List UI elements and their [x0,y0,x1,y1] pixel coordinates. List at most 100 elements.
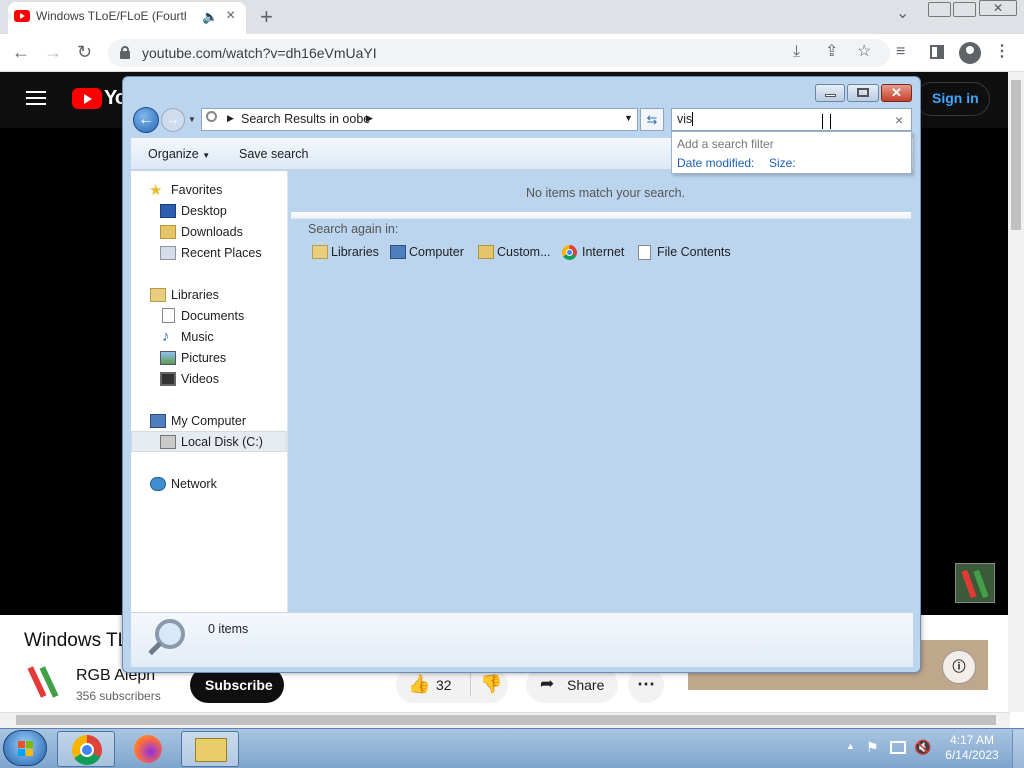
media-controls-icon[interactable]: ≡ [896,44,905,60]
explorer-minimize-button[interactable] [815,84,845,102]
network-tray-icon[interactable] [890,741,906,754]
nav-favorites[interactable]: Favorites [171,183,222,197]
nav-my-computer[interactable]: My Computer [171,414,246,428]
explorer-forward-icon[interactable]: → [161,108,185,132]
search-input-value: vis [677,112,693,126]
explorer-maximize-button[interactable] [847,84,879,102]
browser-restore-button[interactable] [953,2,976,17]
speaker-icon[interactable]: 🔈 [202,9,218,25]
browser-close-button[interactable]: ✕ [979,0,1017,16]
nav-libraries[interactable]: Libraries [171,288,219,302]
custom-folder-icon [478,245,494,259]
search-results-icon [206,111,217,122]
computer-icon [150,414,166,428]
network-icon [150,477,166,491]
clock-time: 4:17 AM [949,733,995,747]
nav-local-disk[interactable]: Local Disk (C:) [181,435,263,449]
save-search-button[interactable]: Save search [239,147,308,161]
search-clear-icon[interactable]: × [895,112,903,128]
favorites-star-icon: ★ [149,182,163,199]
nav-desktop[interactable]: Desktop [181,204,227,218]
organize-label: Organize [148,147,199,161]
organize-button[interactable]: Organize ▼ [148,147,210,161]
horizontal-scroll-thumb[interactable] [16,715,996,725]
explorer-back-icon[interactable]: ← [133,107,159,133]
tab-close-icon[interactable]: × [226,8,235,24]
forward-icon[interactable]: → [44,43,62,61]
libraries-icon [150,288,166,302]
search-again-file-contents[interactable]: File Contents [657,245,731,259]
vertical-scroll-thumb[interactable] [1011,80,1021,230]
channel-watermark[interactable] [955,563,995,603]
filter-date-modified[interactable]: Date modified: [677,156,754,170]
ibeam-cursor-icon [822,114,831,129]
channel-avatar[interactable] [26,664,62,700]
like-count: 32 [436,677,452,693]
profile-avatar-icon[interactable] [959,42,981,64]
search-again-label: Search again in: [308,222,399,236]
nav-documents[interactable]: Documents [181,309,244,323]
recent-pages-chevron-icon[interactable]: ▼ [188,115,196,124]
item-count: 0 items [208,622,249,636]
url-text[interactable]: youtube.com/watch?v=dh16eVmUaYI [142,45,377,61]
search-again-libraries[interactable]: Libraries [331,245,379,259]
desktop-icon [160,204,176,218]
computer-icon [390,245,406,259]
like-divider [470,672,471,696]
taskbar-firefox-button[interactable] [119,731,177,767]
sign-in-label: Sign in [932,90,979,106]
install-icon[interactable]: ⤓ [793,44,800,60]
libraries-icon [312,245,328,259]
hamburger-menu-icon[interactable] [26,90,46,106]
info-icon[interactable]: ⓘ [942,650,976,684]
taskbar-chrome-button[interactable] [57,731,115,767]
tab-search-button[interactable]: ⌄ [896,6,909,22]
search-again-internet[interactable]: Internet [582,245,624,259]
nav-videos[interactable]: Videos [181,372,219,386]
new-tab-button[interactable]: + [260,6,273,28]
lock-icon[interactable] [120,46,130,59]
firefox-icon [134,735,162,763]
volume-muted-icon[interactable]: 🔇 [914,739,931,756]
search-again-custom[interactable]: Custom... [497,245,551,259]
pictures-icon [160,351,176,365]
clock[interactable]: 4:17 AM 6/14/2023 [944,733,1000,763]
youtube-logo-icon[interactable] [72,88,102,109]
taskbar-explorer-button[interactable] [181,731,239,767]
share-page-icon[interactable]: ⇪ [825,44,838,60]
back-icon[interactable]: ← [12,43,30,61]
breadcrumb-folder[interactable]: Search Results in oobe [241,112,370,126]
action-center-flag-icon[interactable]: ⚑ [866,739,879,756]
nav-music[interactable]: Music [181,330,214,344]
thumbs-down-icon[interactable]: 👎 [480,674,502,695]
browser-minimize-button[interactable] [928,2,951,17]
file-contents-icon [638,245,651,260]
breadcrumb-chevron-icon[interactable]: ▶ [227,113,234,124]
nav-recent-places[interactable]: Recent Places [181,246,262,260]
start-button[interactable] [3,730,47,766]
nav-pictures[interactable]: Pictures [181,351,226,365]
search-input[interactable] [671,108,912,131]
recent-places-icon [160,246,176,260]
thumbs-up-icon[interactable]: 👍 [408,674,430,695]
bookmark-star-icon[interactable]: ☆ [857,44,871,60]
share-arrow-icon: ➦ [540,674,555,693]
nav-downloads[interactable]: Downloads [181,225,243,239]
documents-icon [162,308,175,323]
side-panel-icon[interactable] [930,45,944,59]
address-history-icon[interactable]: ▼ [624,113,633,123]
breadcrumb-chevron-icon[interactable]: ▶ [366,113,373,124]
video-title: Windows TL [24,630,129,651]
chrome-menu-icon[interactable]: ⋮ [994,44,1010,60]
explorer-close-button[interactable]: ✕ [881,84,912,102]
refresh-icon[interactable]: ⇆ [640,108,664,131]
music-note-icon: ♪ [162,328,170,345]
show-desktop-button[interactable] [1012,730,1024,768]
search-again-computer[interactable]: Computer [409,245,464,259]
reload-icon[interactable]: ↻ [77,43,92,61]
nav-network[interactable]: Network [171,477,217,491]
chrome-icon [562,245,577,260]
local-disk-icon [160,435,176,449]
filter-size[interactable]: Size: [769,156,796,170]
show-hidden-icons[interactable]: ▲ [846,741,855,751]
